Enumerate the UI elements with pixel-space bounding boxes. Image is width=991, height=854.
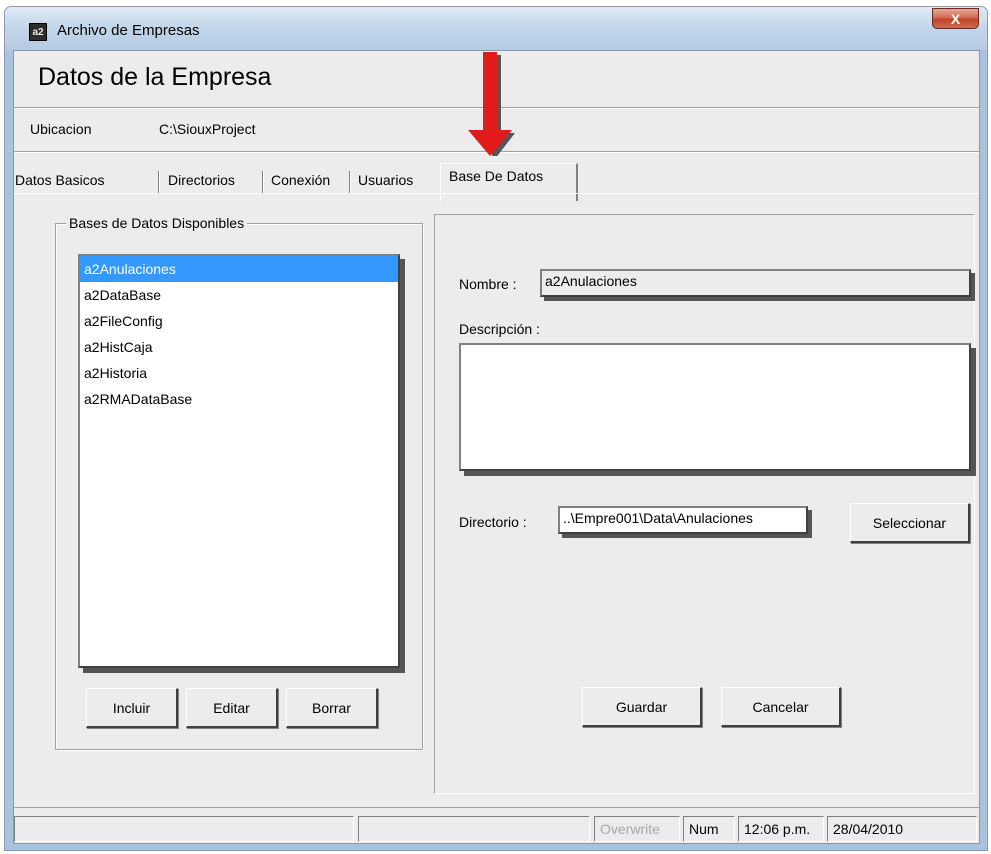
title-bar[interactable]: a2 Archivo de Empresas X (5, 7, 987, 50)
directory-label: Directorio : (459, 514, 527, 530)
description-label: Descripción : (459, 321, 540, 337)
status-cell-empty (14, 816, 354, 842)
close-button[interactable]: X (932, 8, 979, 29)
status-date: 28/04/2010 (827, 816, 977, 842)
databases-group-title: Bases de Datos Disponibles (66, 215, 248, 231)
name-field[interactable]: a2Anulaciones (540, 269, 971, 297)
status-time: 12:06 p.m. (738, 816, 824, 842)
description-field[interactable] (459, 343, 971, 471)
edit-button[interactable]: Editar (186, 688, 278, 728)
tab-separator (349, 171, 351, 193)
status-cell-empty (358, 816, 590, 842)
list-item[interactable]: a2DataBase (80, 282, 398, 308)
list-item[interactable]: a2FileConfig (80, 308, 398, 334)
list-item[interactable]: a2RMADataBase (80, 386, 398, 412)
tab-separator (158, 171, 160, 193)
directory-field[interactable]: ..\Empre001\Data\Anulaciones (558, 506, 808, 534)
list-item[interactable]: a2HistCaja (80, 334, 398, 360)
status-bar: Overwrite Num 12:06 p.m. 28/04/2010 (14, 807, 979, 843)
num-lock-indicator: Num (683, 816, 735, 842)
app-logo-icon: a2 (29, 23, 47, 41)
select-button[interactable]: Seleccionar (850, 503, 970, 543)
client-area: Datos de la Empresa Ubicacion C:\SiouxPr… (13, 50, 980, 844)
tab-datos-basicos[interactable]: Datos Basicos (15, 172, 104, 188)
delete-button[interactable]: Borrar (286, 688, 378, 728)
tab-usuarios[interactable]: Usuarios (358, 172, 413, 188)
location-value: C:\SiouxProject (159, 121, 256, 137)
tab-directorios[interactable]: Directorios (168, 172, 235, 188)
list-item[interactable]: a2Historia (80, 360, 398, 386)
tab-conexion[interactable]: Conexión (271, 172, 330, 188)
page-title: Datos de la Empresa (38, 63, 272, 91)
databases-listbox[interactable]: a2Anulaciones a2DataBase a2FileConfig a2… (78, 254, 400, 668)
include-button[interactable]: Incluir (86, 688, 178, 728)
overwrite-indicator: Overwrite (594, 816, 680, 842)
name-label: Nombre : (459, 276, 517, 292)
cancel-button[interactable]: Cancelar (721, 687, 841, 727)
location-label: Ubicacion (30, 121, 92, 137)
list-item[interactable]: a2Anulaciones (80, 256, 398, 282)
window-title: Archivo de Empresas (57, 22, 200, 39)
save-button[interactable]: Guardar (582, 687, 702, 727)
red-arrow-annotation-icon (468, 52, 515, 156)
tab-separator (262, 171, 264, 193)
